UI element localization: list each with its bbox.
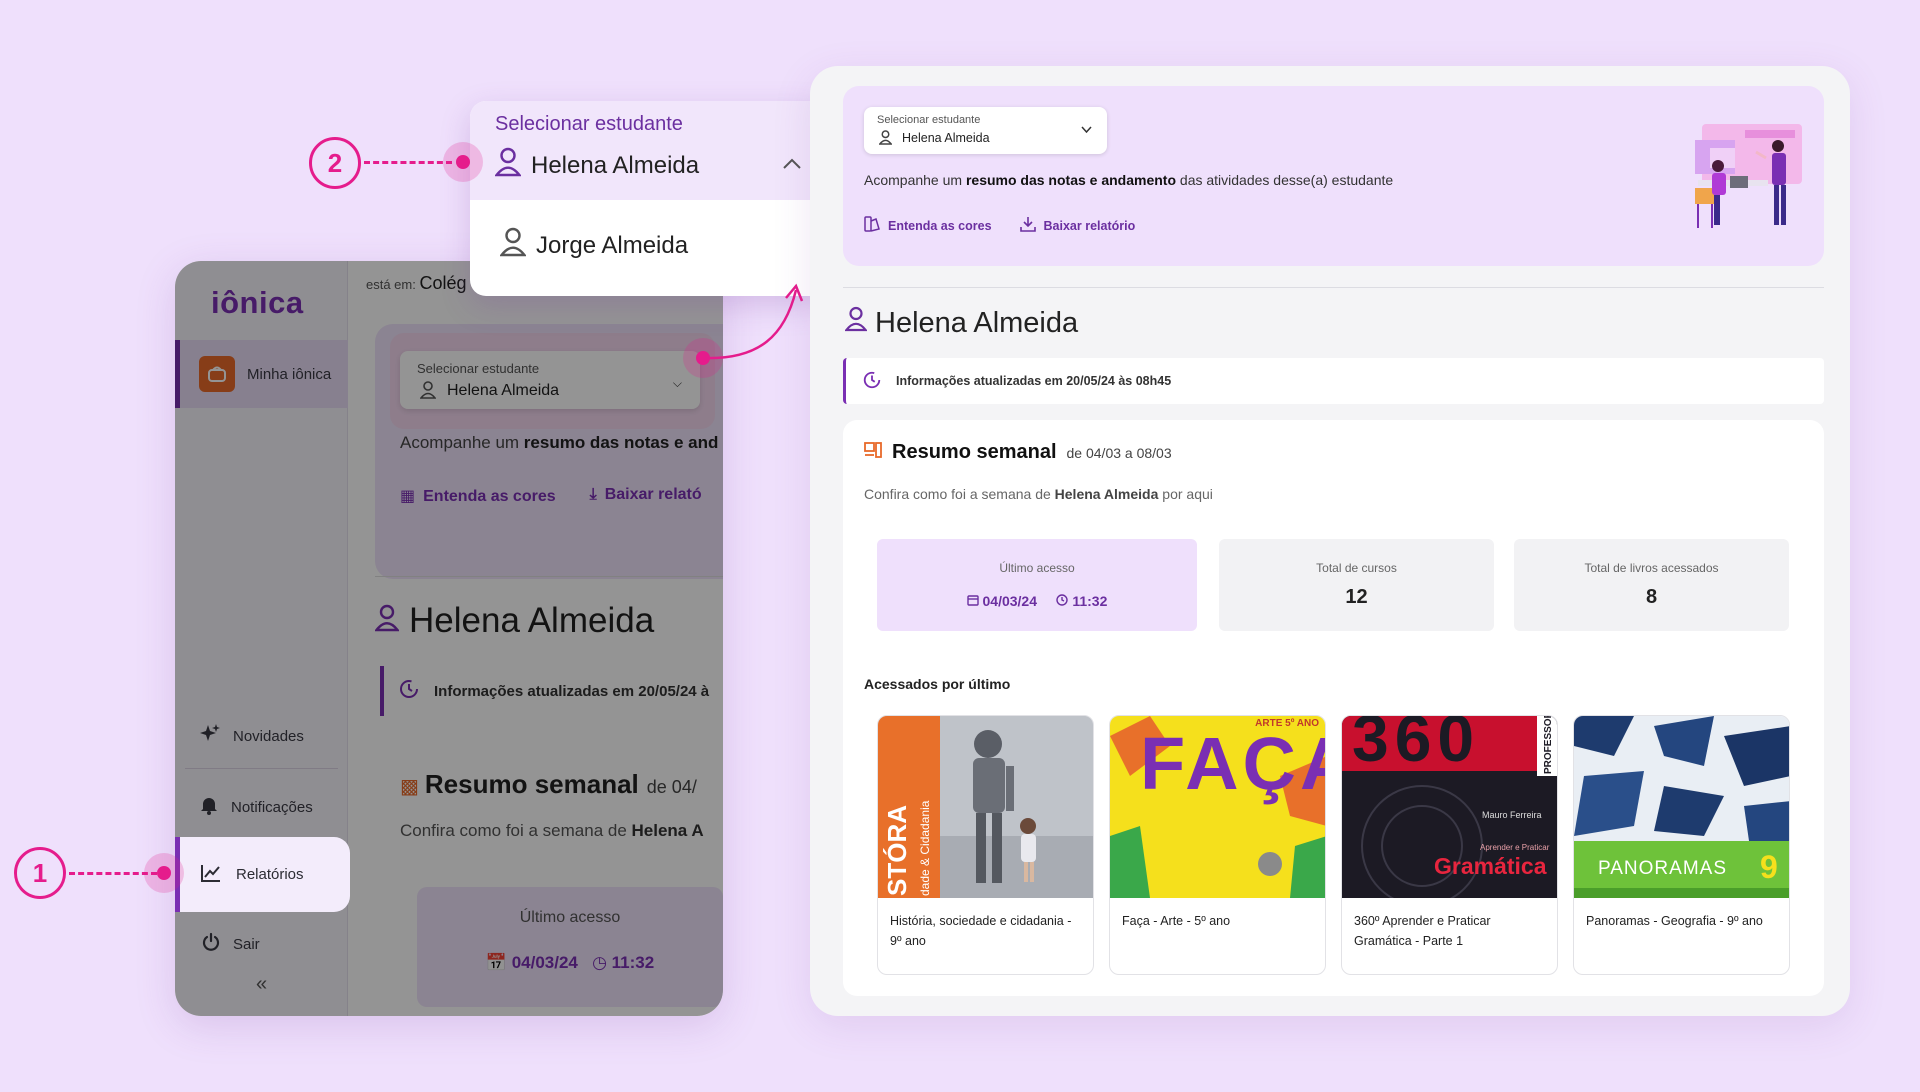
total-livros-label: Total de livros acessados [1584, 561, 1719, 575]
resumo-subtitle: Confira como foi a semana de Helena Alme… [864, 486, 1213, 502]
book-cover-title: STÓRA [882, 805, 912, 896]
book-cover-number: 9 [1760, 849, 1778, 885]
chevron-up-icon[interactable] [782, 157, 802, 173]
dropdown-option[interactable]: Jorge Almeida [499, 227, 689, 264]
callout-2-line [364, 161, 452, 164]
people-at-desk-illustration [1695, 124, 1802, 228]
divider [843, 287, 1824, 288]
student-select[interactable]: Selecionar estudante Helena Almeida [864, 107, 1107, 154]
resumo-heading: Resumo semanal de 04/03 a 08/03 [864, 441, 1172, 464]
student-dropdown: Selecionar estudante Helena Almeida Jorg… [470, 101, 828, 296]
book-cover-number: 360 [1352, 716, 1481, 775]
book-cover: PANORAMAS 9 [1574, 716, 1789, 898]
book-card[interactable]: FAÇA! ARTE 5º ANO Faça - Arte - 5º ano [1109, 715, 1326, 975]
total-livros-value: 8 [1645, 586, 1658, 608]
select-value: Helena Almeida [902, 131, 990, 145]
chart-icon [200, 863, 222, 887]
ultimo-acesso-label: Último acesso [999, 561, 1075, 575]
download-icon [1019, 216, 1036, 235]
palette-icon [864, 216, 880, 235]
student-name-heading: Helena Almeida [844, 306, 1079, 340]
book-card[interactable]: 360 PROFESSOR Mauro Ferreira Aprender e … [1341, 715, 1558, 975]
user-icon [494, 147, 522, 184]
sidebar-label: Relatórios [236, 866, 304, 883]
callout-2-dot [443, 142, 483, 182]
update-info-text: Informações atualizadas em 20/05/24 às 0… [896, 374, 1172, 388]
hero-links: Entenda as cores Baixar relatório [864, 216, 1135, 235]
book-title: Panoramas - Geografia - 9º ano [1586, 914, 1763, 928]
dropdown-selected-value: Helena Almeida [531, 151, 700, 179]
total-livros-card: Total de livros acessados 8 [1514, 539, 1789, 631]
book-card[interactable]: PANORAMAS 9 Panoramas - Geografia - 9º a… [1573, 715, 1790, 975]
book-cover-side: PROFESSOR [1543, 716, 1554, 774]
acessados-heading: Acessados por último [864, 676, 1011, 692]
total-cursos-card: Total de cursos 12 [1219, 539, 1494, 631]
book-cover: 360 PROFESSOR Mauro Ferreira Aprender e … [1342, 716, 1557, 898]
select-label: Selecionar estudante [877, 114, 981, 126]
ultimo-acesso-value: 04/03/24 11:32 [877, 593, 1197, 609]
history-icon [862, 370, 882, 393]
user-icon [878, 130, 893, 150]
book-title: História, sociedade e cidadania - 9º ano [890, 914, 1072, 948]
book-title: Faça - Arte - 5º ano [1122, 914, 1231, 928]
book-cover-subtitle: dade & Cidadania [918, 800, 932, 896]
total-cursos-label: Total de cursos [1316, 561, 1397, 575]
calendar-icon [966, 593, 983, 609]
book-cover-subtitle: ARTE 5º ANO [1255, 718, 1319, 729]
book-cover-tag: Aprender e Praticar [1480, 843, 1550, 852]
baixar-relatorio-link[interactable]: Baixar relatório [1019, 216, 1135, 235]
clock-icon [1056, 593, 1072, 609]
chevron-down-icon [1081, 125, 1092, 136]
ultimo-acesso-card: Último acesso 04/03/24 11:32 [877, 539, 1197, 631]
book-cover: FAÇA! ARTE 5º ANO [1110, 716, 1325, 898]
resumo-title: Resumo semanal [892, 441, 1057, 463]
total-cursos-value: 12 [1345, 586, 1368, 608]
sidebar-item-relatorios[interactable]: Relatórios [175, 837, 350, 912]
student-name: Helena Almeida [875, 306, 1079, 339]
connector-arrow [702, 283, 804, 360]
callout-1: 1 [14, 847, 66, 899]
book-card[interactable]: STÓRA dade & Cidadania História, socieda… [877, 715, 1094, 975]
callout-1-dot [144, 853, 184, 893]
resumo-dates: de 04/03 a 08/03 [1066, 445, 1172, 461]
book-cover-title: PANORAMAS [1598, 858, 1728, 879]
book-cover-author: Mauro Ferreira [1482, 810, 1542, 820]
user-icon [844, 306, 868, 340]
user-icon [499, 227, 527, 264]
hero-description: Acompanhe um resumo das notas e andament… [864, 172, 1394, 188]
summary-icon [864, 442, 882, 463]
book-cover: STÓRA dade & Cidadania [878, 716, 1093, 898]
dropdown-option-label: Jorge Almeida [536, 231, 689, 259]
book-title: 360º Aprender e Praticar Gramática - Par… [1354, 914, 1491, 948]
update-info-bar: Informações atualizadas em 20/05/24 às 0… [843, 358, 1824, 404]
book-cover-title: FAÇA! [1140, 722, 1325, 805]
book-cover-title: Gramática [1434, 853, 1547, 879]
entenda-cores-link[interactable]: Entenda as cores [864, 216, 992, 235]
dropdown-selected[interactable]: Helena Almeida [494, 147, 700, 184]
dropdown-label: Selecionar estudante [495, 113, 683, 135]
callout-2: 2 [309, 137, 361, 189]
